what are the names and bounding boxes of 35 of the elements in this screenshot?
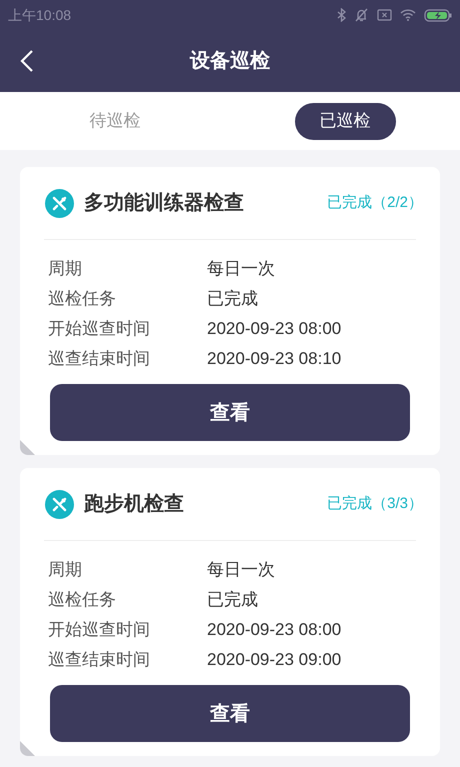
field-label: 周期 (48, 258, 83, 280)
view-button[interactable]: 查看 (50, 384, 410, 441)
back-icon[interactable] (20, 49, 34, 73)
field-value: 2020-09-23 08:10 (207, 348, 342, 370)
field-value: 每日一次 (207, 258, 275, 280)
field-value: 2020-09-23 08:00 (207, 619, 342, 642)
muted-bell-icon (354, 8, 369, 22)
page-title: 设备巡检 (190, 49, 270, 74)
view-button[interactable]: 查看 (50, 685, 410, 742)
corner-mark (20, 440, 35, 455)
field-label: 巡查结束时间 (48, 348, 151, 370)
field-label: 巡查结束时间 (48, 649, 151, 672)
battery-charging-icon (424, 8, 452, 22)
close-box-icon (377, 9, 392, 21)
field-value: 2020-09-23 09:00 (207, 649, 342, 672)
wrench-screwdriver-icon (45, 188, 74, 218)
field-value: 2020-09-23 08:00 (207, 318, 342, 340)
field-label: 开始巡查时间 (48, 619, 151, 642)
tab[interactable]: 已巡检 (294, 102, 396, 140)
corner-mark (20, 741, 35, 756)
field-label: 开始巡查时间 (48, 318, 151, 340)
completion-status: 已完成（2/2） (327, 192, 423, 213)
field-value: 已完成 (207, 589, 258, 612)
wrench-screwdriver-icon (45, 490, 74, 518)
field-value: 每日一次 (207, 559, 275, 582)
card-title: 跑步机检查 (84, 492, 185, 517)
wifi-icon (400, 9, 416, 21)
field-label: 巡检任务 (48, 589, 117, 612)
field-label: 周期 (48, 559, 83, 582)
status-time: 上午10:08 (8, 6, 72, 24)
field-value: 已完成 (207, 288, 258, 310)
field-label: 巡检任务 (48, 288, 117, 310)
card-title: 多功能训练器检查 (84, 191, 245, 216)
completion-status: 已完成（3/3） (327, 494, 423, 514)
bluetooth-icon (337, 8, 346, 22)
